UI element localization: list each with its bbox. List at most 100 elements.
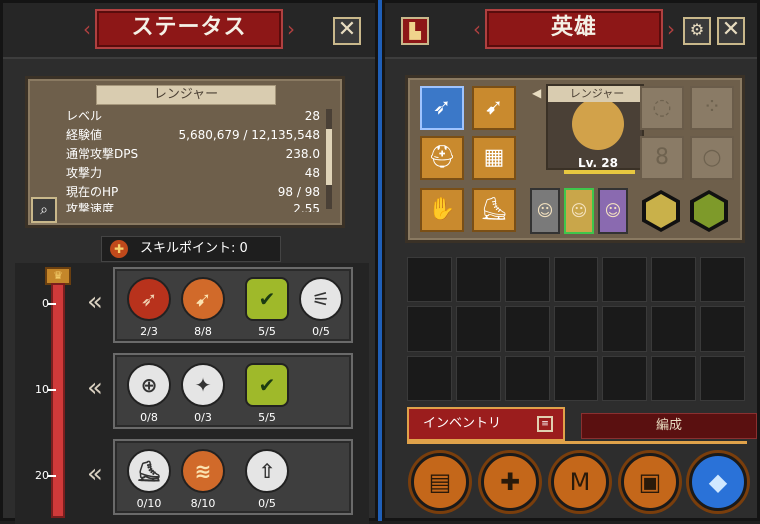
- hero-portrait[interactable]: レンジャー Lv. 28: [546, 84, 646, 174]
- rune-icon: [646, 194, 676, 228]
- status-close-button[interactable]: ✕: [333, 17, 361, 45]
- box-button[interactable]: ▣: [621, 453, 679, 511]
- hero-panel: ▙ ‹ 英雄 › ⚙ ✕ ➶ ➹ ⛑ ▦ ✋ ⛸ レンジャー Lv. 28 ◀ …: [382, 0, 760, 521]
- settings-button[interactable]: ⚙: [683, 17, 711, 45]
- boots-slot[interactable]: ⛸: [472, 188, 516, 232]
- inventory-cell[interactable]: [407, 257, 452, 303]
- bow-icon: ➶: [432, 95, 452, 120]
- inventory-cell[interactable]: [455, 355, 501, 401]
- rune-slot-1[interactable]: [642, 190, 680, 232]
- inventory-cell[interactable]: [407, 355, 452, 401]
- inventory-cell[interactable]: [553, 355, 599, 401]
- party-hero-3[interactable]: ☺: [598, 188, 628, 234]
- inventory-cell[interactable]: [504, 257, 550, 303]
- inventory-cell[interactable]: [700, 355, 745, 401]
- inventory-cell[interactable]: [455, 257, 501, 303]
- gem-button[interactable]: ◆: [689, 453, 747, 511]
- helmet-slot[interactable]: ⛑: [420, 136, 464, 180]
- menu-icon[interactable]: ≡: [537, 416, 553, 432]
- scroll-thumb[interactable]: [326, 129, 332, 185]
- skill-points-text: スキルポイント: 0: [140, 241, 248, 256]
- tab-inventory[interactable]: インベントリ ≡: [407, 407, 565, 441]
- inventory-cell[interactable]: [651, 257, 697, 303]
- magnifier-button[interactable]: ⌕: [31, 197, 57, 223]
- prev-hero-arrow-icon[interactable]: ◀: [532, 86, 541, 100]
- bow-shot-icon[interactable]: ➶: [127, 277, 171, 321]
- hero-avatar-icon: ☺: [570, 201, 588, 220]
- stat-value: 238.0: [285, 147, 320, 161]
- status-title: ステータス: [95, 9, 283, 49]
- inventory-cell[interactable]: [504, 355, 550, 401]
- skill-counter: 0/8: [140, 411, 158, 424]
- necklace-icon: ◌: [652, 95, 672, 120]
- helmet-icon: ⛑: [428, 145, 456, 170]
- boots-icon: ⛸: [480, 197, 508, 222]
- stat-row-attack-speed: 攻撃速度 2.55: [66, 202, 320, 212]
- inventory-cell[interactable]: [602, 257, 648, 303]
- skill-counter: 8/8: [194, 325, 212, 338]
- party-hero-2[interactable]: ☺: [564, 188, 594, 234]
- inventory-cell[interactable]: [553, 306, 599, 352]
- gem-icon: ◆: [708, 468, 728, 496]
- green-arrow-icon[interactable]: ✔: [245, 277, 289, 321]
- inventory-cell[interactable]: [504, 306, 550, 352]
- inventory-cell[interactable]: [700, 257, 745, 303]
- cross-button[interactable]: ✚: [481, 453, 539, 511]
- inventory-cell[interactable]: [651, 355, 697, 401]
- necklace-slot[interactable]: ◌: [640, 86, 684, 130]
- rune-m-button[interactable]: M: [551, 453, 609, 511]
- status-panel: ‹ ステータス › ✕ レンジャー レベル 28 経験値 5,680,679 / 1…: [0, 0, 378, 524]
- gloves-slot[interactable]: ✋: [420, 188, 464, 232]
- inventory-cell[interactable]: [407, 306, 452, 352]
- class-name: レンジャー: [96, 85, 276, 105]
- inventory-grid: [407, 257, 745, 401]
- inventory-cell[interactable]: [455, 306, 501, 352]
- skill-tree: ♛ 0 10 20 « « « ➶ 2/3 ➹ 8/8 ✔ 5/5 ⚟ 0/5 …: [15, 263, 369, 524]
- chest-button[interactable]: ▤: [411, 453, 469, 511]
- equipment-box: ➶ ➹ ⛑ ▦ ✋ ⛸ レンジャー Lv. 28 ◀ ▶ ◌ ⁘ 8 ○ ☺ ☺…: [405, 75, 745, 243]
- skill-points-label: ✚ スキルポイント: 0: [101, 236, 281, 262]
- stat-value: 5,680,679 / 12,135,548: [178, 128, 320, 142]
- ring-slot[interactable]: ○: [690, 136, 734, 180]
- bow-slot[interactable]: ➶: [420, 86, 464, 130]
- up-arrow-icon[interactable]: ⇧: [245, 449, 289, 493]
- wind-icon[interactable]: ≋: [181, 449, 225, 493]
- claw-icon[interactable]: ⚟: [299, 277, 343, 321]
- inventory-cell[interactable]: [602, 355, 648, 401]
- stat-label: 攻撃速度: [66, 202, 115, 212]
- armor-icon: ▦: [483, 145, 505, 170]
- stat-scrollbar[interactable]: [326, 109, 332, 209]
- star-cross-icon[interactable]: ✦: [181, 363, 225, 407]
- tier-arrow-icon: «: [87, 459, 103, 489]
- hero-title: 英雄: [485, 9, 663, 49]
- gloves-icon: ✋: [428, 197, 456, 222]
- hero-level: Lv. 28: [578, 156, 618, 170]
- stat-row-dps: 通常攻撃DPS 238.0: [66, 145, 320, 164]
- fire-arrow-icon[interactable]: ➹: [181, 277, 225, 321]
- hero-exp-bar: [564, 170, 635, 174]
- inventory-cell[interactable]: [651, 306, 697, 352]
- inventory-cell[interactable]: [700, 306, 745, 352]
- stat-row-level: レベル 28: [66, 107, 320, 126]
- skill-counter: 0/10: [136, 497, 162, 510]
- rune-slot-2[interactable]: [690, 190, 728, 232]
- book-button[interactable]: ▙: [401, 17, 429, 45]
- tab-inventory-label: インベントリ: [423, 416, 502, 431]
- armor-slot[interactable]: ▦: [472, 136, 516, 180]
- pouch-slot[interactable]: 8: [640, 136, 684, 180]
- green-hex-icon[interactable]: ✔: [245, 363, 289, 407]
- skill-counter: 0/5: [258, 497, 276, 510]
- party-hero-1[interactable]: ☺: [530, 188, 560, 234]
- hero-close-button[interactable]: ✕: [717, 17, 745, 45]
- tier-tick: [48, 389, 56, 391]
- inventory-cell[interactable]: [602, 306, 648, 352]
- arrow-slot[interactable]: ➹: [472, 86, 516, 130]
- tab-formation[interactable]: 編成: [581, 413, 757, 439]
- boot-icon[interactable]: ⛸: [127, 449, 171, 493]
- earring-slot[interactable]: ⁘: [690, 86, 734, 130]
- banner-left-ornament: ‹: [473, 17, 481, 41]
- crosshair-icon[interactable]: ⊕: [127, 363, 171, 407]
- inventory-cell[interactable]: [553, 257, 599, 303]
- earring-icon: ⁘: [702, 95, 722, 120]
- tier-label: 0: [42, 297, 49, 310]
